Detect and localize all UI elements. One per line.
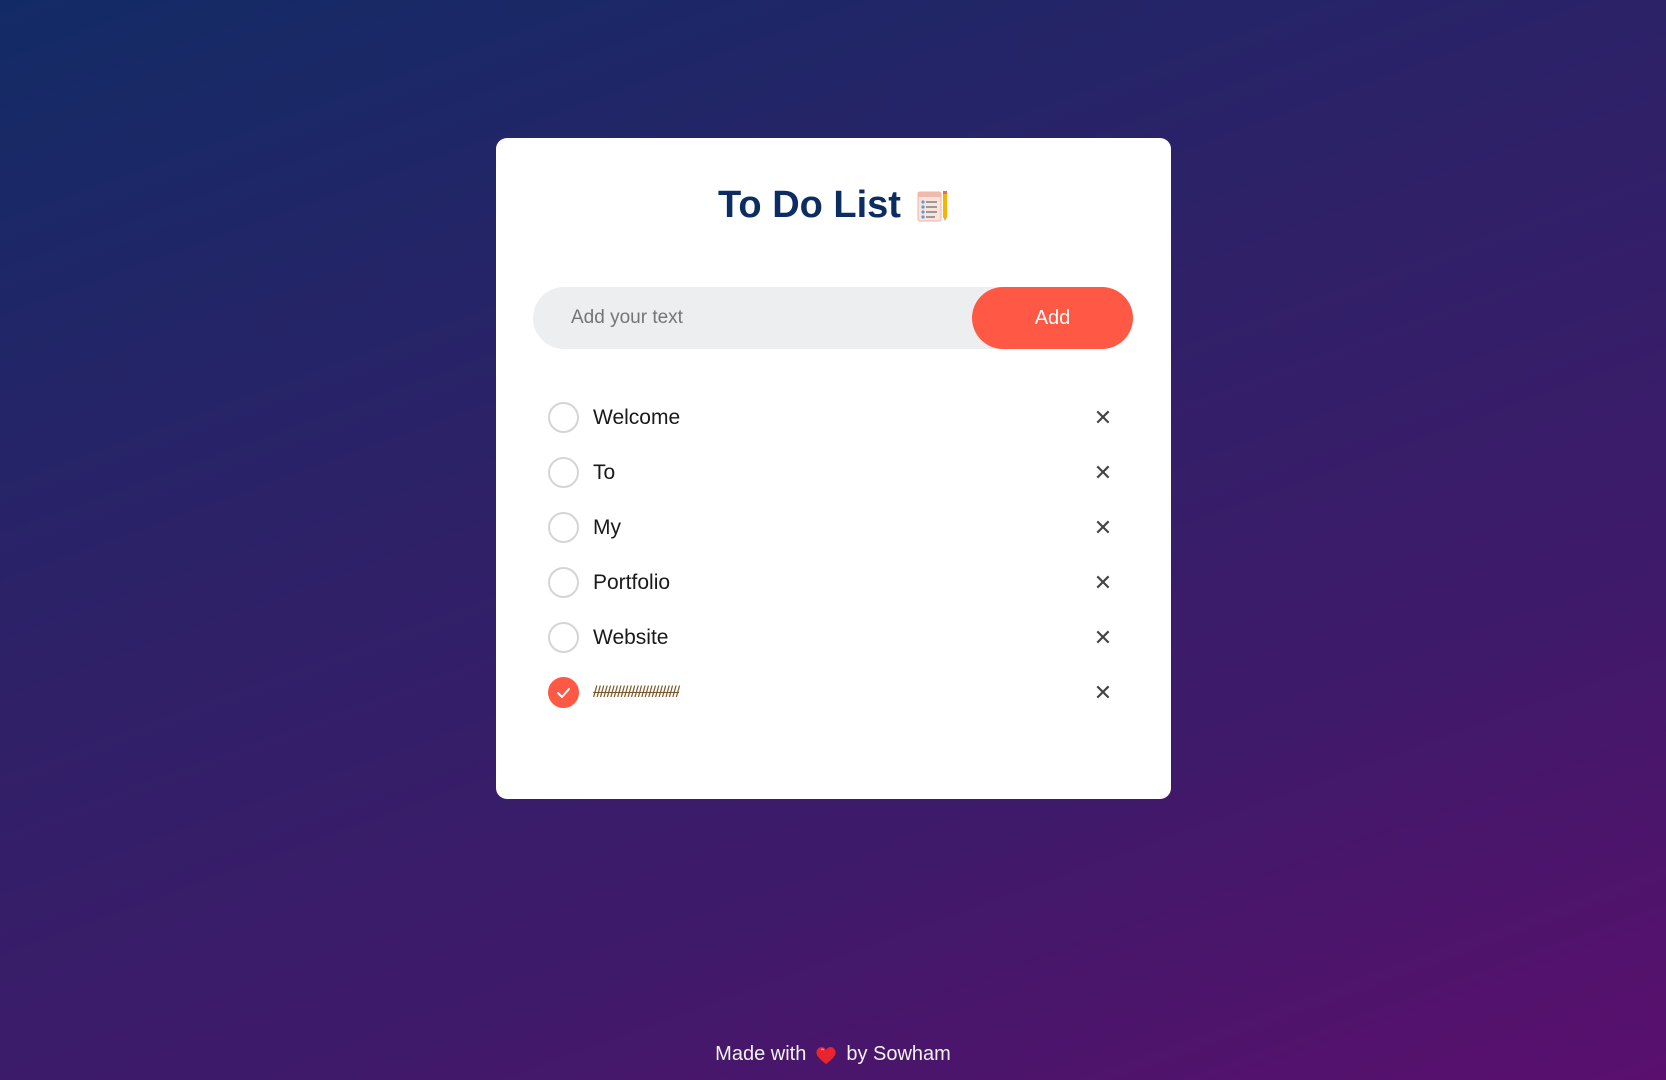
task-label[interactable]: Website (593, 626, 1118, 650)
title-row: To Do List (496, 184, 1171, 227)
close-icon[interactable]: ✕ (1088, 513, 1118, 543)
checkbox[interactable] (548, 567, 579, 598)
list-item[interactable]: My ✕ (548, 500, 1118, 555)
close-icon[interactable]: ✕ (1088, 678, 1118, 708)
checkbox[interactable] (548, 402, 579, 433)
close-icon[interactable]: ✕ (1088, 568, 1118, 598)
checkbox[interactable] (548, 512, 579, 543)
close-icon[interactable]: ✕ (1088, 403, 1118, 433)
checkbox[interactable] (548, 622, 579, 653)
notepad-icon (915, 189, 949, 223)
checkbox-checked[interactable] (548, 677, 579, 708)
task-label[interactable]: Portfolio (593, 571, 1118, 595)
list-item[interactable]: Welcome ✕ (548, 390, 1118, 445)
close-icon[interactable]: ✕ (1088, 623, 1118, 653)
task-label[interactable]: Welcome (593, 406, 1118, 430)
list-item[interactable]: Website ✕ (548, 610, 1118, 665)
task-input[interactable] (533, 306, 972, 330)
todo-card: To Do List Add Wel (496, 138, 1171, 799)
page-title: To Do List (718, 184, 901, 226)
task-list: Welcome ✕ To ✕ My ✕ Portfolio ✕ Website … (548, 390, 1118, 720)
list-item[interactable]: Portfolio ✕ (548, 555, 1118, 610)
task-label[interactable]: To (593, 461, 1118, 485)
task-label[interactable]: My (593, 516, 1118, 540)
footer-prefix: Made with (715, 1043, 807, 1065)
checkbox[interactable] (548, 457, 579, 488)
check-icon (557, 688, 570, 698)
add-task-form: Add (533, 287, 1133, 349)
close-icon[interactable]: ✕ (1088, 458, 1118, 488)
heart-icon (815, 1045, 837, 1065)
list-item[interactable]: To ✕ (548, 445, 1118, 500)
footer-suffix: by Sowham (846, 1043, 951, 1065)
footer: Made with by Sowham (0, 1043, 1666, 1066)
add-button[interactable]: Add (972, 287, 1133, 349)
list-item[interactable]: ///////////////////////// ✕ (548, 665, 1118, 720)
task-label[interactable]: ///////////////////////// (593, 684, 1118, 702)
